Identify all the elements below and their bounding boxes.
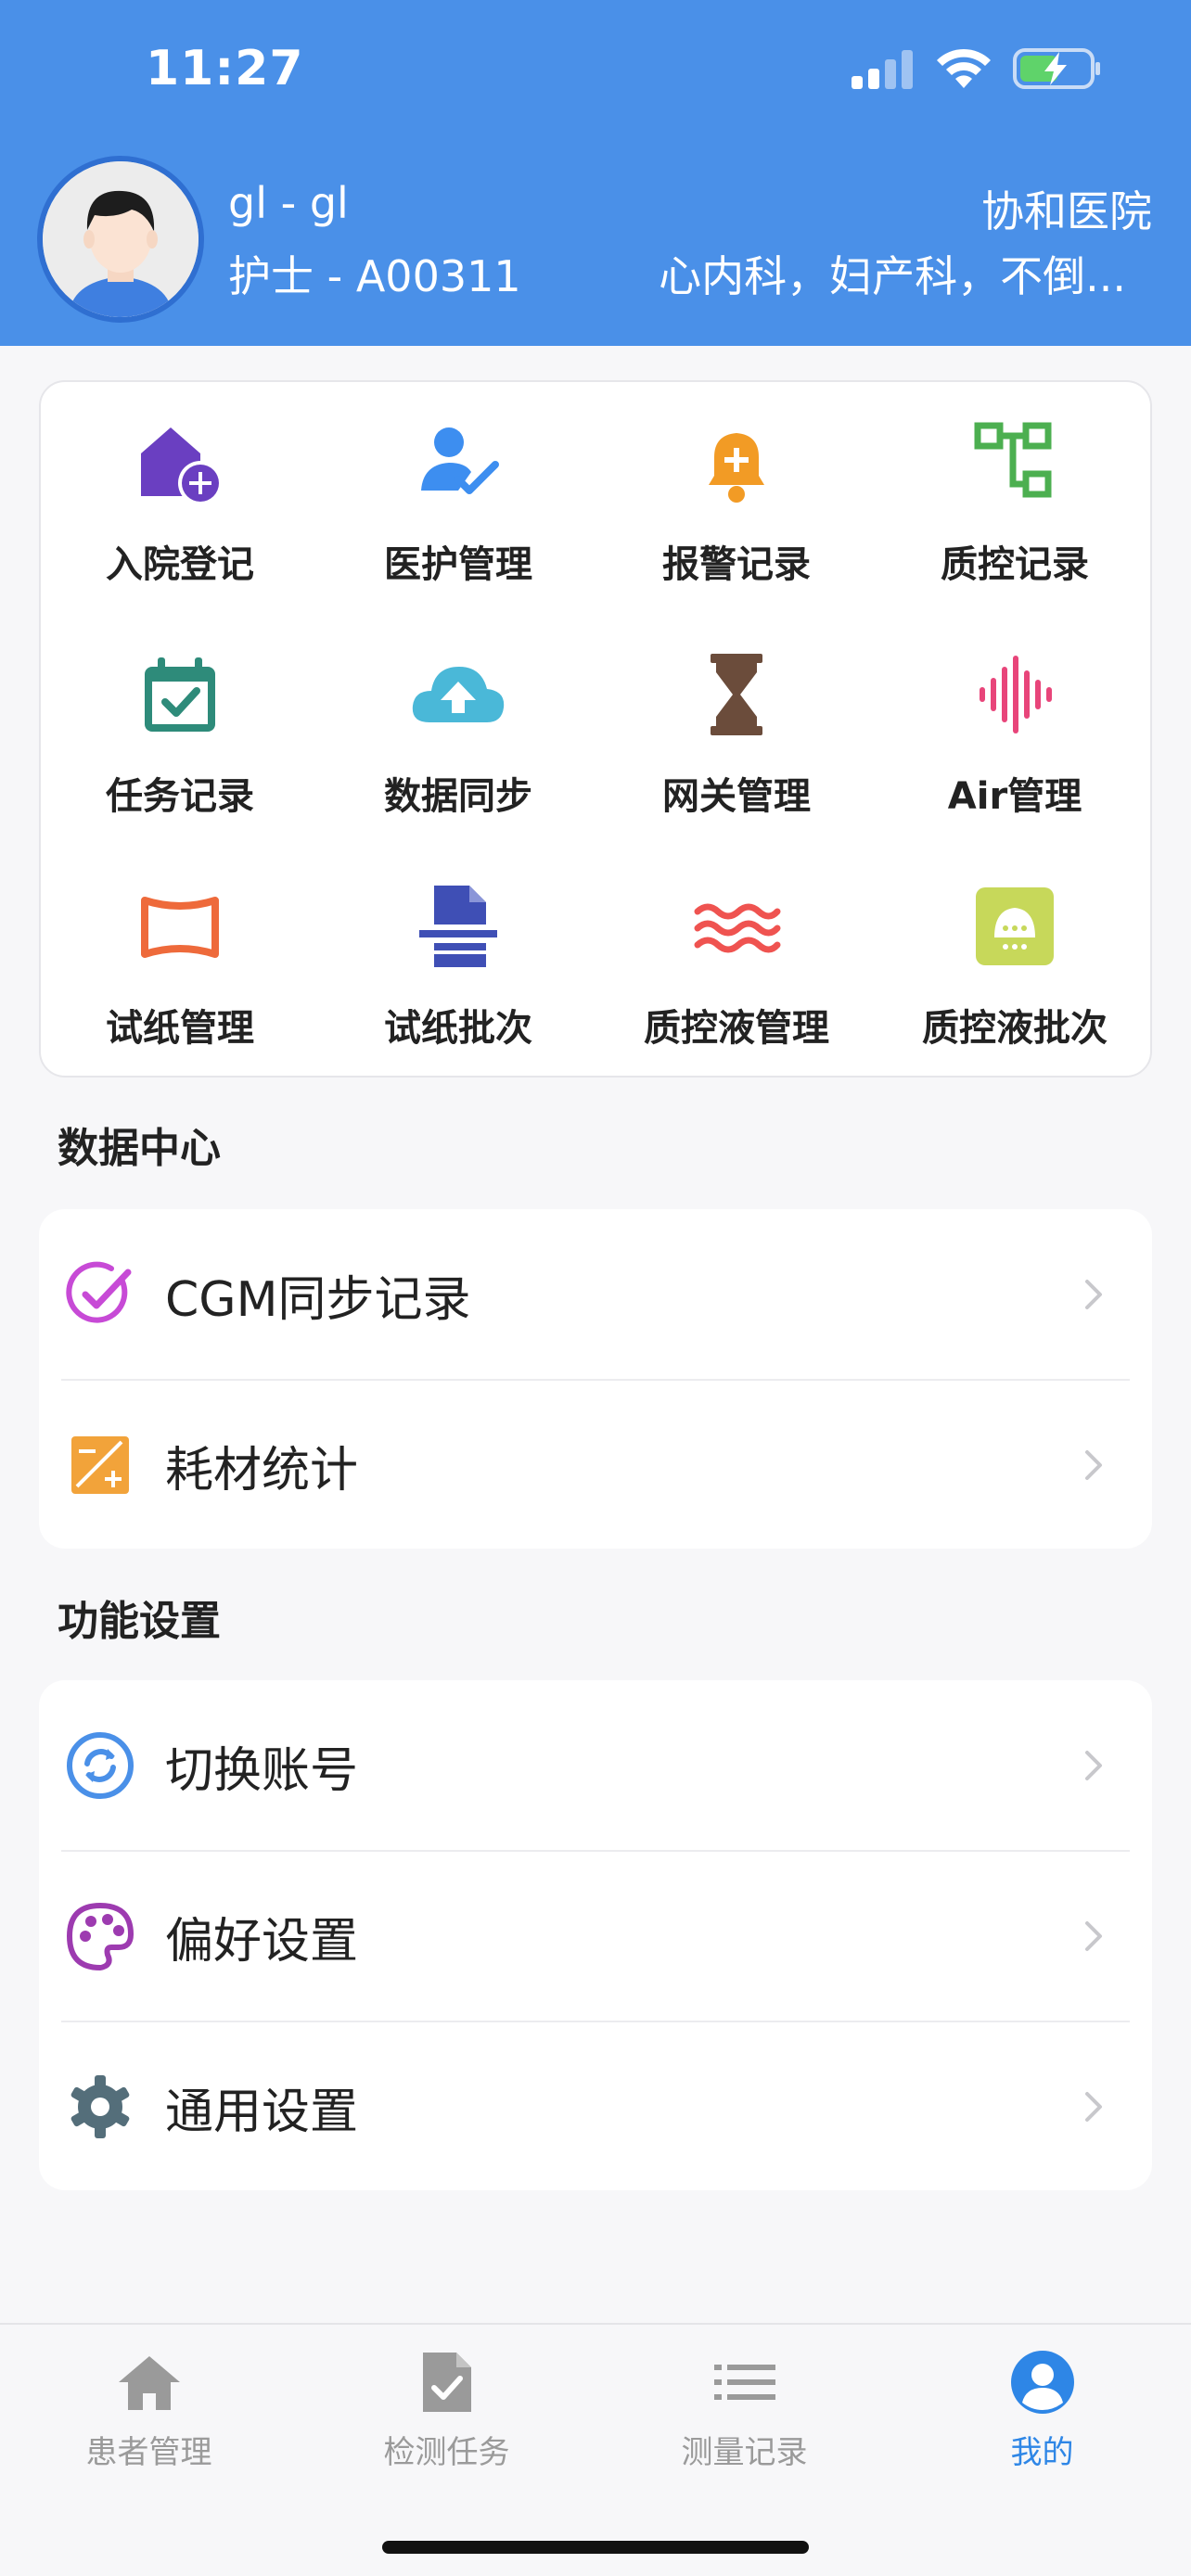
list-item-label: CGM同步记录 <box>165 1271 471 1328</box>
tab-label: 测量记录 <box>681 2434 808 2471</box>
grid-item-strip-batch[interactable]: 试纸批次 <box>319 846 597 1059</box>
task-file-icon <box>410 2345 484 2419</box>
user-name: gl - gl <box>228 178 349 228</box>
grid-label: 网关管理 <box>662 775 811 818</box>
grid-item-tasks[interactable]: 任务记录 <box>41 614 319 827</box>
avatar[interactable] <box>37 156 204 323</box>
grid-item-staff[interactable]: 医护管理 <box>319 382 597 595</box>
tree-structure-icon <box>964 412 1066 514</box>
house-add-icon <box>129 412 231 514</box>
list-item-switch-account[interactable]: 切换账号 <box>39 1680 1152 1851</box>
grid-item-sync[interactable]: 数据同步 <box>319 614 597 827</box>
tab-detection-tasks[interactable]: 检测任务 <box>298 2345 596 2472</box>
tab-label: 检测任务 <box>383 2434 510 2471</box>
hospital-name: 协和医院 <box>981 186 1152 236</box>
list-item-cgm-sync[interactable]: CGM同步记录 <box>39 1209 1152 1380</box>
bell-icon <box>685 412 788 514</box>
home-icon <box>112 2345 186 2419</box>
grid-label: 质控液批次 <box>922 1007 1108 1050</box>
list-item-label: 偏好设置 <box>165 1913 359 1970</box>
user-circle-icon <box>1005 2345 1080 2419</box>
grid-label: 医护管理 <box>384 543 532 586</box>
tab-label: 我的 <box>1010 2434 1074 2471</box>
tab-measurement-records[interactable]: 测量记录 <box>596 2345 893 2472</box>
department-list: 心内科，妇产科，不倒... <box>659 251 1126 301</box>
data-center-list: CGM同步记录 耗材统计 <box>39 1209 1152 1549</box>
liquid-box-icon <box>964 875 1066 977</box>
grid-label: 数据同步 <box>384 775 532 818</box>
hourglass-icon <box>685 644 788 746</box>
cloud-upload-icon <box>407 644 509 746</box>
list-icon <box>708 2345 782 2419</box>
tab-patient-management[interactable]: 患者管理 <box>0 2345 298 2472</box>
grid-label: 试纸批次 <box>384 1007 532 1050</box>
list-item-preferences[interactable]: 偏好设置 <box>39 1851 1152 2021</box>
grid-label: 入院登记 <box>106 543 254 586</box>
grid-item-qc-liquid[interactable]: 质控液管理 <box>597 846 876 1059</box>
wifi-icon <box>937 48 991 88</box>
document-batch-icon <box>407 875 509 977</box>
bottom-tab-bar: 患者管理 检测任务 测量记录 我的 <box>0 2323 1191 2576</box>
list-item-consumables[interactable]: 耗材统计 <box>39 1380 1152 1550</box>
settings-list: 切换账号 偏好设置 通用设置 <box>39 1680 1152 2190</box>
circle-check-icon <box>65 1259 135 1330</box>
list-item-label: 切换账号 <box>165 1742 359 1799</box>
tab-mine[interactable]: 我的 <box>893 2345 1191 2472</box>
gear-icon <box>65 2072 135 2142</box>
audio-wave-icon <box>964 644 1066 746</box>
grid-item-admission[interactable]: 入院登记 <box>41 382 319 595</box>
chevron-right-icon <box>1085 1751 1102 1780</box>
function-grid: 入院登记 医护管理 报警记录 质控记录 任务记录 数据同步 网关管理 Air管理… <box>39 380 1152 1078</box>
calendar-check-icon <box>129 644 231 746</box>
section-title-settings: 功能设置 <box>58 1598 221 1645</box>
battery-icon <box>1013 48 1100 89</box>
grid-label: 任务记录 <box>106 775 254 818</box>
section-title-data-center: 数据中心 <box>58 1125 221 1172</box>
grid-label: 试纸管理 <box>106 1007 254 1050</box>
grid-item-air[interactable]: Air管理 <box>876 614 1154 827</box>
grid-item-qc-records[interactable]: 质控记录 <box>876 382 1154 595</box>
stats-plus-icon <box>65 1430 135 1500</box>
list-item-label: 耗材统计 <box>165 1442 359 1498</box>
grid-label: 报警记录 <box>662 543 811 586</box>
grid-item-qc-liquid-batch[interactable]: 质控液批次 <box>876 846 1154 1059</box>
status-time: 11:27 <box>146 41 304 96</box>
grid-label: 质控记录 <box>941 543 1089 586</box>
chevron-right-icon <box>1085 2092 1102 2122</box>
list-item-label: 通用设置 <box>165 2084 359 2140</box>
grid-label: 质控液管理 <box>644 1007 829 1050</box>
palette-icon <box>65 1901 135 1971</box>
tab-label: 患者管理 <box>85 2434 212 2471</box>
list-item-general-settings[interactable]: 通用设置 <box>39 2021 1152 2192</box>
status-icons <box>850 46 1102 91</box>
strip-frame-icon <box>129 875 231 977</box>
person-avatar-icon <box>43 161 198 317</box>
waves-icon <box>685 875 788 977</box>
chevron-right-icon <box>1085 1450 1102 1480</box>
user-role: 护士 - A00311 <box>228 251 521 301</box>
grid-item-alarms[interactable]: 报警记录 <box>597 382 876 595</box>
chevron-right-icon <box>1085 1280 1102 1309</box>
grid-item-gateway[interactable]: 网关管理 <box>597 614 876 827</box>
signal-icon <box>852 50 913 89</box>
sync-icon <box>65 1730 135 1801</box>
grid-label: Air管理 <box>947 775 1082 818</box>
chevron-right-icon <box>1085 1921 1102 1951</box>
home-indicator <box>382 2541 809 2554</box>
grid-item-strips[interactable]: 试纸管理 <box>41 846 319 1059</box>
profile-header: 11:27 gl - gl 护士 - A00311 协和医院 心内科，妇产科，不… <box>0 0 1191 346</box>
user-check-icon <box>407 412 509 514</box>
